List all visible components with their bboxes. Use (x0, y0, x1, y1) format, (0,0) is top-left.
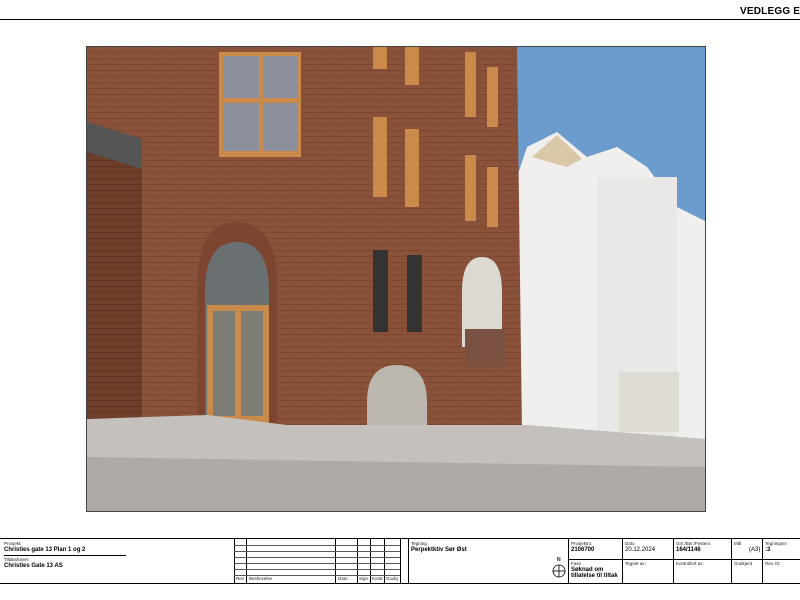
drawn-by-label: Tegnet av: (625, 561, 646, 566)
north-arrow-icon (552, 564, 566, 578)
scale-label: Mål (734, 541, 742, 546)
drawing-section-border (408, 539, 409, 583)
info-grid-divider (622, 539, 623, 583)
gnr-value: 164/1146 (676, 547, 701, 553)
phase-label: Fase (571, 561, 582, 566)
date-value: 20.12.2024 (625, 547, 656, 553)
rev-header-date: Dato (338, 576, 348, 581)
gnr-label: Gnr./Bnr./Festenr. (676, 541, 712, 546)
info-grid-divider (762, 539, 763, 583)
info-grid-divider (731, 539, 732, 583)
top-frame-line (0, 19, 800, 20)
scale-value: (A3) (749, 547, 761, 553)
rev-id-label: Rev. ID (765, 561, 780, 566)
info-grid-divider (673, 539, 674, 583)
client-label: Tiltakshaver: (4, 557, 30, 562)
drawing-no-label: Tegningsnr (765, 541, 788, 546)
project-no-label: Prosjektnr. (571, 541, 593, 546)
rev-header-check: Kontr (372, 576, 383, 581)
rev-header-rev: Rev (236, 576, 245, 581)
project-no-value: 2106700 (571, 547, 595, 553)
rev-header-approved: Godkj (386, 576, 398, 581)
client-value: Christies Gate 13 AS (4, 563, 63, 569)
info-grid-midline (568, 559, 800, 560)
project-label: Prosjekt: (4, 541, 22, 546)
drawing-no-value: :3 (765, 547, 771, 553)
north-label: N (557, 557, 561, 563)
checked-by-label: Kontrollert av: (676, 561, 704, 566)
attachment-label: VEDLEGG E-3 (740, 6, 800, 17)
rev-header-description: Beskrivelse (249, 576, 273, 581)
drawing-label: Tegning (411, 541, 427, 546)
perspective-render (86, 46, 706, 512)
approved-label: Godkjent (734, 561, 753, 566)
project-value: Christies gate 13 Plan 1 og 2 (4, 547, 86, 553)
rev-header-sign: Sign (359, 576, 369, 581)
title-block: Prosjekt: Christies gate 13 Plan 1 og 2 … (0, 538, 800, 584)
project-divider (4, 555, 126, 556)
phase-value: Søknad om tillatelse til tiltak (571, 567, 618, 579)
rev-table-right-border (400, 539, 401, 583)
date-label: Dato (625, 541, 635, 546)
drawing-value: Perpektktiv Sør Øst (411, 547, 467, 553)
info-grid-border (568, 539, 569, 583)
